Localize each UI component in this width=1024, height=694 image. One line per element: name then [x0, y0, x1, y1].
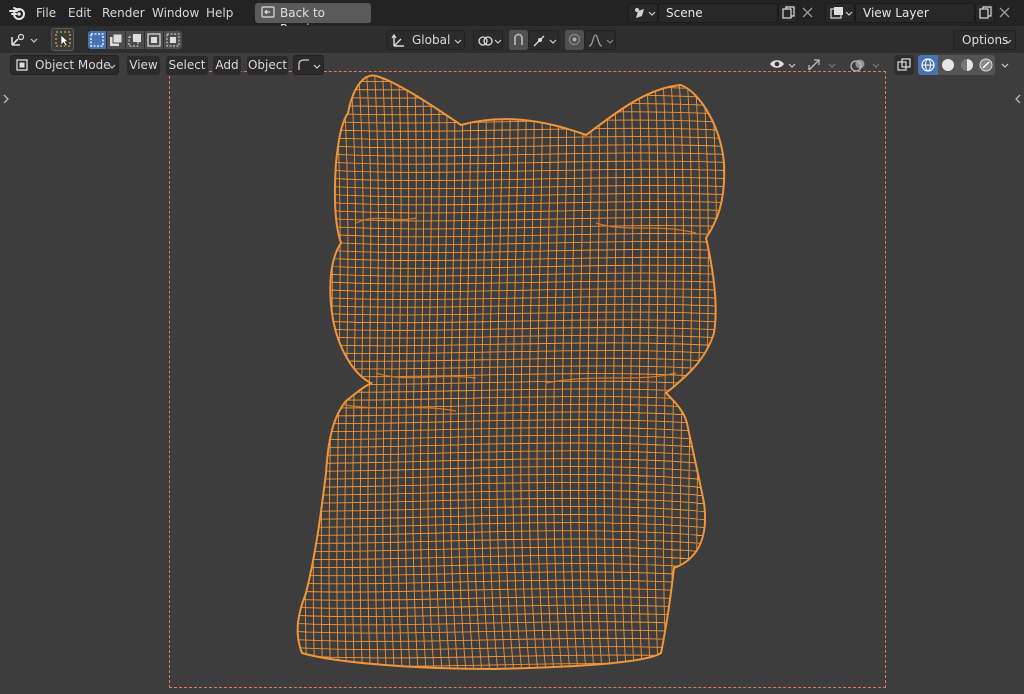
- curve-icon: [297, 58, 311, 75]
- falloff-icon: [588, 33, 603, 51]
- menu-select[interactable]: Select: [166, 56, 208, 75]
- gizmo-icon: [806, 57, 822, 76]
- shading-caret-icon[interactable]: [1001, 63, 1009, 68]
- visibility-dropdown[interactable]: [766, 55, 799, 75]
- material-shading-icon: [960, 58, 974, 75]
- snap-icon: [511, 32, 526, 50]
- snap-target-dropdown[interactable]: [528, 30, 559, 50]
- menu-render[interactable]: Render: [102, 5, 145, 21]
- select-mode-invert-button[interactable]: [145, 31, 163, 49]
- options-dropdown[interactable]: Options: [953, 30, 1016, 50]
- select-tool-icon: [55, 31, 71, 51]
- wireframe-mesh[interactable]: [296, 73, 726, 671]
- options-label: Options: [962, 33, 1009, 47]
- xray-toggle[interactable]: [894, 55, 914, 75]
- overlay-icon: [850, 57, 866, 76]
- top-bar: File Edit Render Window Help Back to Pre…: [0, 0, 1024, 36]
- visibility-icon: [769, 57, 785, 74]
- select-mode-extend-button[interactable]: [107, 31, 125, 49]
- mode-dropdown[interactable]: Object Mode: [10, 55, 119, 75]
- rendered-shading-button[interactable]: [976, 55, 995, 75]
- gizmo-caret-icon[interactable]: [828, 63, 836, 68]
- view-layer-name-label: View Layer: [863, 6, 929, 20]
- new-view-layer-button[interactable]: [975, 3, 995, 23]
- blender-logo-icon[interactable]: [9, 5, 26, 24]
- solid-shading-button[interactable]: [938, 55, 957, 75]
- menu-help[interactable]: Help: [206, 5, 233, 21]
- overlay-toggle[interactable]: [848, 55, 868, 75]
- viewport-header: Object Mode View Select Add Object: [0, 53, 1024, 77]
- menu-object[interactable]: Object: [247, 56, 288, 75]
- select-mode-new-button[interactable]: [88, 31, 106, 49]
- close-icon[interactable]: [999, 7, 1010, 21]
- menu-add[interactable]: Add: [213, 56, 241, 75]
- snap-toggle[interactable]: [509, 30, 528, 50]
- 3d-viewport[interactable]: Object Mode View Select Add Object: [0, 55, 1024, 694]
- scene-browser-button[interactable]: [628, 3, 658, 23]
- gizmo-toggle[interactable]: [804, 55, 824, 75]
- xray-icon: [897, 58, 911, 75]
- material-shading-button[interactable]: [957, 55, 976, 75]
- mode-value: Object Mode: [35, 58, 111, 72]
- rendered-shading-icon: [979, 58, 993, 75]
- menu-view[interactable]: View: [127, 56, 160, 75]
- sidebar-expand-icon[interactable]: [1014, 94, 1022, 104]
- wireframe-shading-button[interactable]: [918, 55, 938, 75]
- menu-edit[interactable]: Edit: [68, 5, 91, 21]
- view-layer-icon: [830, 6, 844, 23]
- editor-type-icon: [10, 33, 26, 50]
- pivot-icon: [477, 33, 493, 51]
- scene-name-field[interactable]: Scene: [658, 3, 778, 23]
- select-mode-intersect-button[interactable]: [164, 31, 182, 49]
- proportional-edit-icon: [567, 32, 582, 50]
- active-tool-button[interactable]: [51, 28, 74, 51]
- copy-icon: [979, 6, 992, 23]
- scene-icon: [633, 6, 647, 23]
- toolbar-expand-icon[interactable]: [2, 94, 10, 104]
- solid-shading-icon: [941, 58, 955, 75]
- transform-affect-dropdown[interactable]: [293, 55, 324, 75]
- editor-type-button[interactable]: [7, 30, 40, 50]
- proportional-falloff-dropdown[interactable]: [584, 30, 616, 50]
- scene-name-label: Scene: [666, 6, 703, 20]
- back-to-previous-button[interactable]: Back to Previous: [255, 3, 371, 36]
- view-layer-browser-button[interactable]: [825, 3, 855, 23]
- close-icon[interactable]: [802, 7, 813, 21]
- view-layer-name-field[interactable]: View Layer: [855, 3, 975, 23]
- transform-orientation-dropdown[interactable]: Global: [386, 30, 465, 50]
- object-mode-icon: [15, 58, 29, 75]
- snap-target-icon: [532, 33, 547, 51]
- pivot-point-dropdown[interactable]: [473, 30, 503, 50]
- proportional-edit-toggle[interactable]: [565, 30, 584, 50]
- overlay-caret-icon[interactable]: [872, 63, 880, 68]
- transform-orientation-value: Global: [412, 33, 451, 47]
- wireframe-shading-icon: [921, 58, 935, 75]
- new-scene-button[interactable]: [778, 3, 798, 23]
- tool-settings-bar: Global Options: [0, 26, 1024, 53]
- orientation-icon: [391, 33, 407, 51]
- menu-file[interactable]: File: [36, 5, 56, 21]
- menu-window[interactable]: Window: [152, 5, 199, 21]
- select-mode-subtract-button[interactable]: [126, 31, 144, 49]
- copy-icon: [782, 6, 795, 23]
